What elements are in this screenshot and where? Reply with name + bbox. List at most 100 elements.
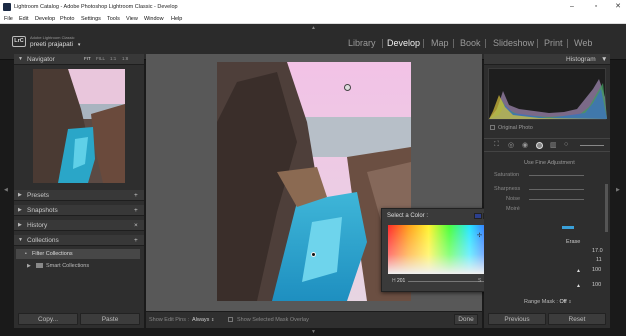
show-edit-pins-value: Always [192,317,210,323]
show-mask-checkbox[interactable] [228,317,233,322]
smart-collections-row[interactable]: ▶ Smart Collections [16,261,140,271]
app-subtitle: Adobe Lightroom Classic [30,35,75,40]
range-mask-row[interactable]: Range Mask : Off ⇕ [524,299,572,305]
presets-label: Presets [27,192,50,199]
close-button[interactable]: ✕ [606,0,626,14]
module-divider [453,39,454,48]
paste-button[interactable]: Paste [80,313,140,325]
module-print[interactable]: Print [544,38,563,48]
color-swatch[interactable] [474,213,482,219]
slider-thumb-icon[interactable]: ▲ [576,268,581,274]
slider-track[interactable] [529,189,584,190]
navigator-header[interactable]: ▼ Navigator FIT FILL 1:1 1:8 [14,54,144,65]
brush-icon[interactable]: ○ [564,141,568,148]
navigator-preview[interactable] [33,69,125,183]
show-edit-pins-select[interactable]: Always ⇕ [192,317,214,323]
menu-tools[interactable]: Tools [107,16,120,22]
done-button[interactable]: Done [454,314,478,325]
menu-photo[interactable]: Photo [60,16,74,22]
user-name[interactable]: preeti prajapati ▾ [30,41,80,48]
density-value[interactable]: 100 [592,282,601,288]
histogram[interactable] [488,68,607,120]
lrc-logo: LrC [12,36,26,47]
reset-button[interactable]: Reset [548,313,606,325]
hue-value[interactable]: 201 [397,278,405,284]
range-mask-value: Off [559,299,567,305]
brush-size-slider[interactable] [580,145,604,146]
select-arrows-icon: ⇕ [210,317,215,322]
module-book[interactable]: Book [460,38,481,48]
tool-strip: ⛶ ◎ ◉ ▥ ○ [484,138,610,152]
slider-track[interactable] [529,175,584,176]
graduated-filter-icon[interactable]: ▥ [550,141,557,149]
scrollbar[interactable] [605,184,608,232]
slider-thumb-icon[interactable]: ▲ [576,283,581,289]
histogram-graph [489,79,607,119]
collapse-top-arrow-icon[interactable]: ▲ [311,25,316,31]
red-eye-icon[interactable]: ◉ [522,141,528,149]
minimize-button[interactable]: – [560,0,584,14]
color-chip[interactable] [562,226,574,229]
snapshots-add-icon[interactable]: + [134,207,138,214]
menu-settings[interactable]: Settings [81,16,101,22]
expand-triangle-icon: ▶ [18,207,22,213]
left-panel: ▼ Navigator FIT FILL 1:1 1:8 ▶ Presets +… [14,54,144,328]
snapshots-header[interactable]: ▶ Snapshots + [14,205,144,216]
expand-triangle-icon: ▶ [18,192,22,198]
zoom-fit[interactable]: FIT [84,56,91,61]
zoom-fill[interactable]: FILL [96,56,105,61]
module-divider [382,39,383,48]
collections-add-icon[interactable]: + [134,237,138,244]
history-clear-icon[interactable]: × [134,222,138,229]
slider-track[interactable] [529,199,584,200]
filter-icon: • [25,251,27,257]
histogram-header[interactable]: Histogram ▼ [484,54,610,65]
module-library[interactable]: Library [348,38,376,48]
history-header[interactable]: ▶ History × [14,220,144,231]
spot-removal-icon[interactable]: ◎ [508,141,514,149]
zoom-1-1[interactable]: 1:1 [110,56,116,61]
menu-view[interactable]: View [126,16,138,22]
radial-filter-icon[interactable] [536,142,543,149]
adjustment-pin[interactable] [344,84,351,91]
module-divider [537,39,538,48]
collapse-right-arrow-icon[interactable]: ▶ [616,187,620,193]
menu-edit[interactable]: Edit [19,16,28,22]
module-map[interactable]: Map [431,38,449,48]
module-develop[interactable]: Develop [387,38,420,48]
app-icon [3,3,11,11]
copy-button[interactable]: Copy... [18,313,78,325]
crop-icon[interactable]: ⛶ [494,141,499,149]
expand-triangle-icon: ▼ [18,56,23,62]
collapse-left-arrow-icon[interactable]: ◀ [4,187,8,193]
adjustment-pin[interactable] [311,252,316,257]
presets-header[interactable]: ▶ Presets + [14,190,144,201]
erase-label[interactable]: Erase [566,239,580,245]
original-photo-checkbox[interactable] [490,125,495,130]
menu-window[interactable]: Window [144,16,164,22]
maximize-button[interactable]: ▫ [584,0,608,14]
filter-collections-row[interactable]: • Filter Collections [16,249,140,259]
module-slideshow[interactable]: Slideshow [493,38,534,48]
show-mask-label: Show Selected Mask Overlay [237,317,309,323]
show-edit-pins-label: Show Edit Pins : [149,317,190,323]
menu-help[interactable]: Help [171,16,182,22]
collections-header[interactable]: ▼ Collections + [14,235,144,246]
select-color-label: Select a Color : [387,213,429,219]
color-crosshair-icon[interactable]: ✢ [477,232,482,239]
previous-button[interactable]: Previous [488,313,546,325]
module-web[interactable]: Web [574,38,592,48]
module-divider [485,39,486,48]
zoom-1-8[interactable]: 1:8 [122,56,128,61]
menu-file[interactable]: File [4,16,13,22]
size-value[interactable]: 17.0 [592,248,603,254]
flow-value[interactable]: 100 [592,267,601,273]
collapse-bottom-arrow-icon[interactable]: ▼ [311,329,316,335]
feather-value[interactable]: 11 [596,257,602,263]
presets-add-icon[interactable]: + [134,192,138,199]
histogram-label: Histogram [566,56,596,63]
bottom-toolbar: Show Edit Pins : Always ⇕ Show Selected … [146,311,482,328]
module-divider [423,39,424,48]
menu-develop[interactable]: Develop [35,16,55,22]
saturation-slider-label: Saturation [494,172,520,178]
